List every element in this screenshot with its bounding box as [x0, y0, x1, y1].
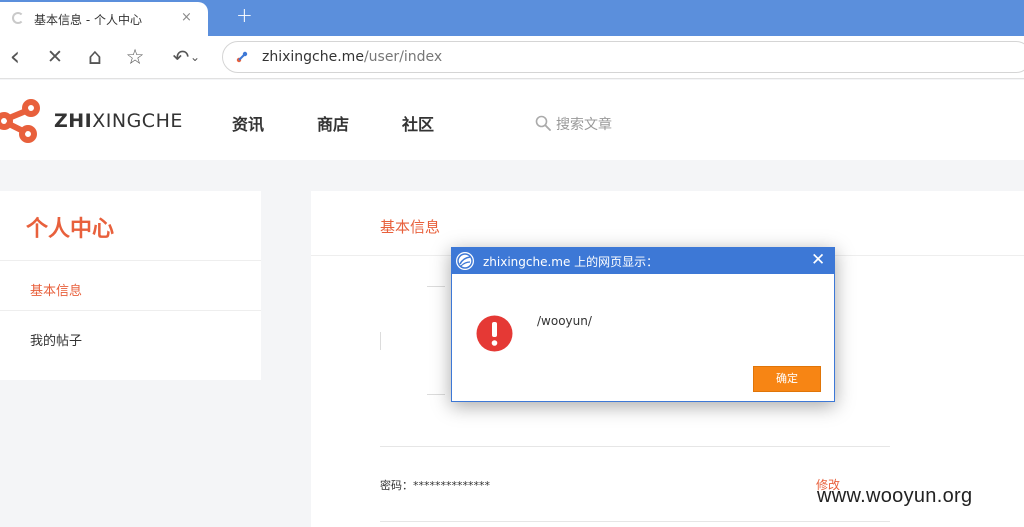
search-input[interactable]: 搜索文章 [556, 114, 612, 134]
divider [0, 310, 261, 311]
address-bar[interactable]: zhixingche.me/user/index [222, 41, 1024, 73]
divider [380, 446, 890, 447]
nav-item-community[interactable]: 社区 [402, 111, 434, 135]
sidebar-item-basic-info[interactable]: 基本信息 [30, 280, 82, 299]
sidebar-title: 个人中心 [26, 217, 115, 242]
password-field-label: 密码：************** [380, 479, 490, 492]
url-path: /user/index [363, 49, 443, 65]
page-title: 基本信息 [380, 218, 441, 236]
stop-icon[interactable]: ✕ [43, 44, 67, 70]
alert-dialog: zhixingche.me 上的网页显示： ✕ /wooyun/ 确定 [451, 247, 835, 402]
browser-logo-icon [456, 252, 474, 270]
nav-item-shop[interactable]: 商店 [317, 111, 349, 135]
logo-text-rest: XINGCHE [92, 110, 183, 132]
chevron-down-icon[interactable]: ⌄ [188, 44, 202, 70]
search-icon[interactable] [535, 115, 551, 131]
dialog-titlebar[interactable]: zhixingche.me 上的网页显示： ✕ [452, 248, 834, 274]
sidebar-item-my-posts[interactable]: 我的帖子 [30, 330, 82, 349]
logo-text-bold: ZHI [54, 110, 93, 132]
back-icon[interactable]: ‹ [3, 42, 27, 72]
divider [427, 286, 445, 287]
browser-tab-strip: 基本信息 - 个人中心 × + [0, 0, 1024, 36]
divider [427, 394, 445, 395]
home-icon[interactable]: ⌂ [83, 44, 107, 70]
divider [380, 521, 890, 522]
dialog-message: /wooyun/ [537, 314, 592, 328]
sidebar: 个人中心 基本信息 我的帖子 [0, 191, 261, 380]
site-logo-icon[interactable] [0, 97, 44, 145]
url-host: zhixingche.me [262, 49, 364, 65]
browser-tab[interactable]: 基本信息 - 个人中心 × [0, 2, 208, 36]
browser-toolbar: ‹ ✕ ⌂ ☆ ↶ ⌄ zhixingche.me/user/index [0, 36, 1024, 79]
loading-icon [12, 12, 24, 24]
divider [380, 332, 381, 350]
ok-button[interactable]: 确定 [753, 366, 821, 392]
watermark: www.wooyun.org [817, 485, 973, 507]
dialog-close-icon[interactable]: ✕ [811, 250, 825, 270]
bookmark-star-icon[interactable]: ☆ [123, 44, 147, 70]
error-icon [476, 315, 513, 352]
new-tab-button[interactable]: + [236, 3, 253, 27]
url-text[interactable]: zhixingche.me/user/index [262, 49, 442, 65]
tab-title: 基本信息 - 个人中心 [34, 13, 142, 27]
tab-close-icon[interactable]: × [181, 10, 192, 25]
divider [0, 260, 261, 261]
site-favicon-icon [236, 51, 248, 63]
nav-item-news[interactable]: 资讯 [232, 111, 264, 135]
site-header: ZHIXINGCHE 资讯 商店 社区 搜索文章 [0, 80, 1024, 160]
site-logo-text[interactable]: ZHIXINGCHE [54, 110, 183, 132]
dialog-title: zhixingche.me 上的网页显示： [483, 255, 659, 269]
